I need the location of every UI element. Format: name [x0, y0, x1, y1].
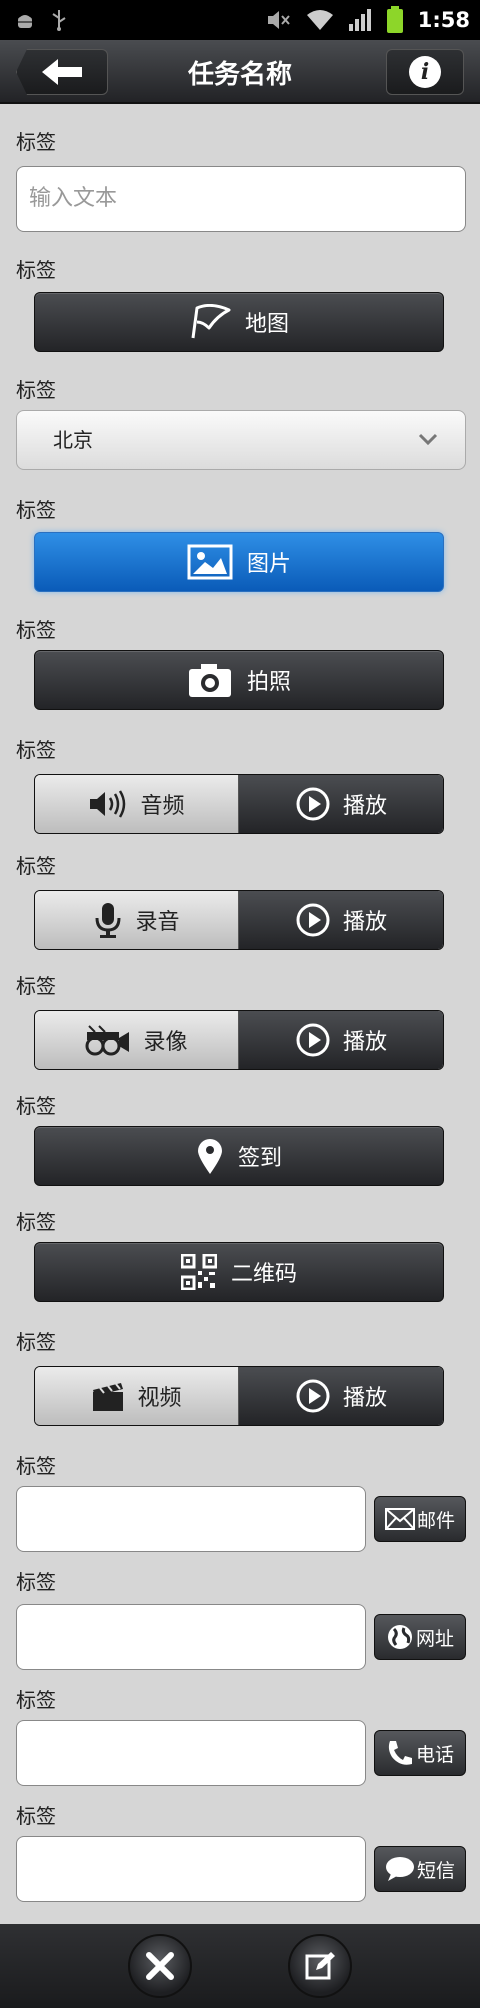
- play-icon: [295, 1378, 331, 1414]
- android-debug-icon: [14, 8, 36, 32]
- phone-button-label: 电话: [415, 1743, 454, 1766]
- info-button[interactable]: i: [386, 49, 464, 95]
- status-time: 1:58: [417, 8, 470, 32]
- cancel-button[interactable]: [128, 1934, 192, 1998]
- video-play-label: 播放: [342, 1386, 387, 1411]
- map-flag-icon: [189, 304, 231, 340]
- checkin-button-label: 签到: [237, 1146, 282, 1171]
- video-record-button[interactable]: 录像: [35, 1011, 239, 1069]
- image-button[interactable]: 图片: [34, 532, 444, 592]
- mail-icon: [384, 1508, 415, 1530]
- bottom-toolbar: [0, 1924, 480, 2008]
- record-play-label: 播放: [342, 910, 387, 935]
- audio-play-button[interactable]: 播放: [239, 775, 443, 833]
- video-camera-icon: [85, 1024, 131, 1056]
- video-control: 视频 播放: [34, 1366, 444, 1426]
- clapperboard-icon: [91, 1380, 125, 1412]
- usb-icon: [50, 8, 68, 32]
- qrcode-button[interactable]: 二维码: [34, 1242, 444, 1302]
- play-icon: [295, 902, 331, 938]
- email-button-label: 邮件: [416, 1509, 455, 1532]
- info-icon: i: [409, 56, 441, 88]
- battery-icon: [386, 6, 404, 34]
- sms-button-label: 短信: [416, 1859, 455, 1882]
- record-control: 录音 播放: [34, 890, 444, 950]
- field-label: 标签: [16, 1210, 56, 1234]
- title-bar: 任务名称 i: [0, 40, 480, 104]
- field-label: 标签: [16, 498, 56, 522]
- qrcode-button-label: 二维码: [230, 1262, 297, 1287]
- mute-icon: [266, 8, 292, 32]
- checkin-button[interactable]: 签到: [34, 1126, 444, 1186]
- video-record-play-label: 播放: [342, 1030, 387, 1055]
- field-label: 标签: [16, 130, 56, 154]
- speaker-icon: [88, 788, 128, 820]
- camera-button-label: 拍照: [246, 670, 291, 695]
- text-input[interactable]: 输入文本: [16, 166, 466, 232]
- email-button[interactable]: 邮件: [374, 1496, 466, 1542]
- audio-play-label: 播放: [342, 794, 387, 819]
- image-icon: [187, 544, 233, 580]
- microphone-icon: [93, 902, 123, 938]
- url-button[interactable]: 网址: [374, 1614, 466, 1660]
- status-bar: 1:58: [0, 0, 480, 40]
- play-icon: [295, 786, 331, 822]
- map-button[interactable]: 地图: [34, 292, 444, 352]
- edit-icon: [304, 1950, 336, 1982]
- phone-field[interactable]: [16, 1720, 366, 1786]
- qr-code-icon: [180, 1254, 217, 1290]
- video-button[interactable]: 视频: [35, 1367, 239, 1425]
- audio-button-label: 音频: [140, 794, 185, 819]
- edit-button[interactable]: [288, 1934, 352, 1998]
- field-label: 标签: [16, 258, 56, 282]
- audio-control: 音频 播放: [34, 774, 444, 834]
- map-button-label: 地图: [244, 312, 289, 337]
- record-button-label: 录音: [135, 910, 180, 935]
- field-label: 标签: [16, 1570, 56, 1594]
- email-field[interactable]: [16, 1486, 366, 1552]
- field-label: 标签: [16, 1330, 56, 1354]
- video-record-play-button[interactable]: 播放: [239, 1011, 443, 1069]
- city-select-value: 北京: [53, 428, 93, 452]
- chevron-down-icon: [417, 411, 439, 493]
- record-play-button[interactable]: 播放: [239, 891, 443, 949]
- video-play-button[interactable]: 播放: [239, 1367, 443, 1425]
- field-label: 标签: [16, 1688, 56, 1712]
- close-icon: [144, 1950, 176, 1982]
- url-button-label: 网址: [415, 1627, 454, 1650]
- signal-icon: [348, 8, 372, 32]
- video-record-label: 录像: [143, 1030, 188, 1055]
- sms-bubble-icon: [385, 1856, 415, 1882]
- globe-icon: [386, 1623, 414, 1651]
- field-label: 标签: [16, 1094, 56, 1118]
- field-label: 标签: [16, 1804, 56, 1828]
- phone-icon: [386, 1739, 414, 1767]
- field-label: 标签: [16, 618, 56, 642]
- audio-button[interactable]: 音频: [35, 775, 239, 833]
- play-icon: [295, 1022, 331, 1058]
- city-select[interactable]: 北京: [16, 410, 466, 470]
- field-label: 标签: [16, 974, 56, 998]
- video-record-control: 录像 播放: [34, 1010, 444, 1070]
- field-label: 标签: [16, 378, 56, 402]
- sms-field[interactable]: [16, 1836, 366, 1902]
- field-label: 标签: [16, 854, 56, 878]
- location-pin-icon: [196, 1137, 224, 1175]
- url-field[interactable]: [16, 1604, 366, 1670]
- sms-button[interactable]: 短信: [374, 1846, 466, 1892]
- video-button-label: 视频: [137, 1386, 182, 1411]
- camera-icon: [187, 661, 233, 699]
- wifi-icon: [306, 9, 334, 31]
- camera-button[interactable]: 拍照: [34, 650, 444, 710]
- field-label: 标签: [16, 738, 56, 762]
- field-label: 标签: [16, 1454, 56, 1478]
- record-button[interactable]: 录音: [35, 891, 239, 949]
- image-button-label: 图片: [246, 552, 291, 577]
- phone-button[interactable]: 电话: [374, 1730, 466, 1776]
